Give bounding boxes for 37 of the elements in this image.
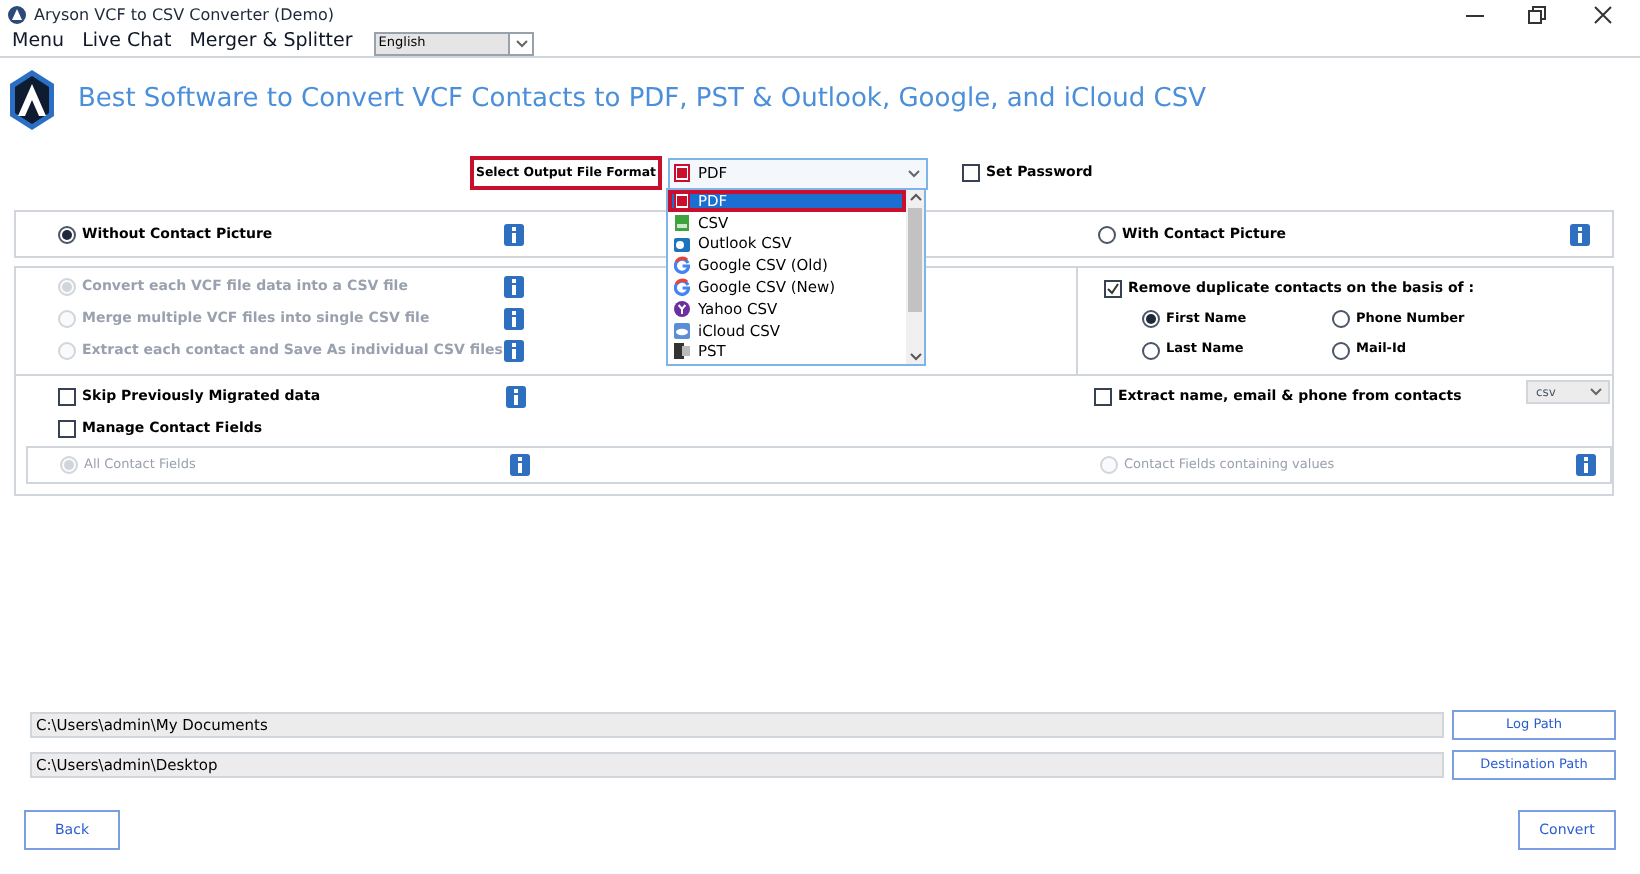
radio-button[interactable]: [1142, 309, 1160, 328]
checkbox[interactable]: [1094, 388, 1112, 406]
checkbox[interactable]: [962, 164, 980, 182]
restore-icon[interactable]: [1528, 6, 1546, 24]
info-icon[interactable]: [504, 223, 524, 245]
menu-item[interactable]: Live Chat: [82, 28, 172, 58]
close-icon[interactable]: [1594, 6, 1612, 24]
caret-icon: [1590, 388, 1602, 396]
format-icon: [674, 213, 690, 232]
radio-button[interactable]: [1332, 341, 1350, 360]
header-title: Best Software to Convert VCF Contacts to PDF, PST & Outlook, Google, and iCloud CSV: [78, 82, 1207, 119]
caret-icon: [515, 39, 528, 47]
radio-button[interactable]: [1142, 341, 1160, 360]
radio-button[interactable]: [58, 225, 76, 243]
format-icon: [674, 235, 690, 253]
info-icon[interactable]: [506, 386, 526, 408]
checkbox[interactable]: [58, 388, 76, 406]
radio-button[interactable]: [1332, 309, 1350, 328]
scroll-up-icon[interactable]: [909, 190, 921, 206]
info-icon[interactable]: [510, 454, 530, 476]
info-icon[interactable]: [504, 340, 524, 362]
menu-item[interactable]: Merger & Splitter: [189, 28, 353, 58]
app-icon: [8, 6, 26, 24]
info-icon[interactable]: [504, 308, 524, 330]
scroll-down-icon[interactable]: [909, 348, 921, 364]
info-icon[interactable]: [1576, 454, 1596, 476]
caret-icon: [908, 169, 920, 177]
scrollbar[interactable]: [906, 190, 924, 364]
info-icon[interactable]: [1570, 223, 1590, 245]
radio-button[interactable]: [1098, 225, 1116, 243]
checkbox[interactable]: [58, 420, 76, 438]
format-icon: [674, 256, 690, 275]
info-icon[interactable]: [504, 276, 524, 298]
checkbox[interactable]: [1104, 279, 1122, 298]
window-title: Aryson VCF to CSV Converter (Demo): [34, 3, 335, 27]
menu-item[interactable]: Menu: [12, 28, 65, 58]
logo-icon: [10, 70, 54, 130]
